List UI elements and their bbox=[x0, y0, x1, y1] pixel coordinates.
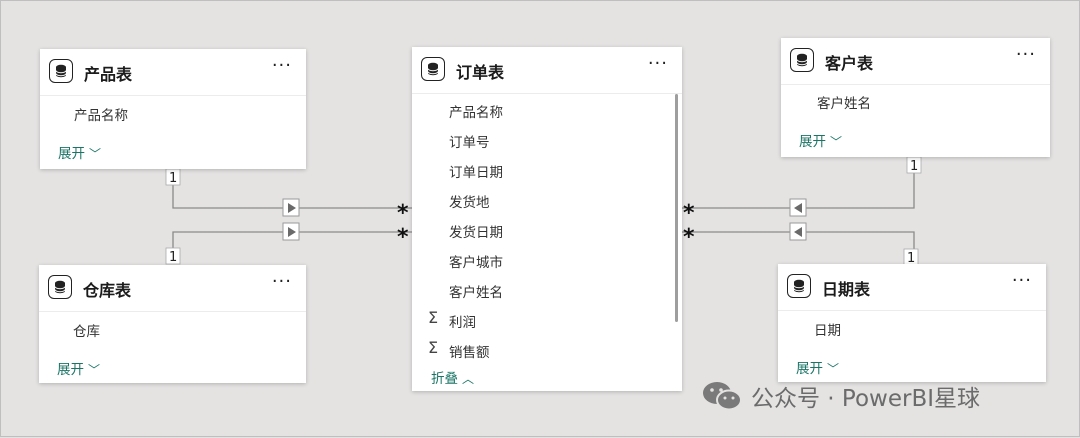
chevron-down-icon: ﹀ bbox=[827, 362, 840, 376]
field-customer-city[interactable]: 客户城市 bbox=[449, 251, 503, 271]
expand-label: 展开 bbox=[796, 361, 823, 377]
expand-label: 展开 bbox=[57, 362, 84, 378]
table-title: 产品表 bbox=[84, 65, 133, 84]
triangle-arrow-icon bbox=[789, 198, 807, 217]
cardinality-one-customer: 1 bbox=[910, 159, 918, 174]
expand-toggle[interactable]: 展开 ﹀ bbox=[57, 358, 100, 378]
triangle-arrow-icon bbox=[282, 198, 300, 217]
cardinality-many-2: * bbox=[397, 225, 409, 250]
field-customer-name[interactable]: 客户姓名 bbox=[817, 92, 871, 112]
cardinality-many-1: * bbox=[397, 201, 409, 226]
sigma-icon: Σ bbox=[428, 338, 439, 357]
table-card-product[interactable]: 产品表 ··· 产品名称 展开 ﹀ bbox=[40, 49, 306, 169]
field-order-date[interactable]: 订单日期 bbox=[449, 161, 503, 181]
measure-profit[interactable]: 利润 bbox=[449, 311, 476, 331]
expand-label: 展开 bbox=[799, 134, 826, 150]
expand-toggle[interactable]: 展开 ﹀ bbox=[796, 357, 839, 377]
table-title: 客户表 bbox=[825, 54, 874, 73]
table-card-warehouse[interactable]: 仓库表 ··· 仓库 展开 ﹀ bbox=[39, 265, 306, 383]
cardinality-one-warehouse: 1 bbox=[169, 250, 177, 265]
table-card-header[interactable]: 订单表 ··· bbox=[412, 47, 682, 94]
database-icon bbox=[49, 59, 73, 83]
expand-toggle[interactable]: 展开 ﹀ bbox=[58, 142, 101, 162]
watermark-text: 公众号 · PowerBI星球 bbox=[751, 386, 981, 412]
scrollbar[interactable] bbox=[675, 94, 678, 322]
more-options-icon[interactable]: ··· bbox=[1016, 45, 1036, 65]
collapse-label: 折叠 bbox=[431, 371, 458, 387]
table-card-header[interactable]: 仓库表 ··· bbox=[39, 265, 306, 312]
measure-sales[interactable]: 销售额 bbox=[449, 341, 490, 361]
field-date[interactable]: 日期 bbox=[814, 319, 841, 339]
more-options-icon[interactable]: ··· bbox=[272, 272, 292, 292]
database-icon bbox=[790, 48, 814, 72]
cardinality-one-product: 1 bbox=[169, 171, 177, 186]
model-canvas: 1 1 1 1 * * * * 产品表 ··· 产品名称 展开 ﹀ 仓库表 ··… bbox=[0, 0, 1080, 437]
chevron-up-icon: ︿ bbox=[462, 372, 475, 386]
field-ship-date[interactable]: 发货日期 bbox=[449, 221, 503, 241]
table-card-date[interactable]: 日期表 ··· 日期 展开 ﹀ bbox=[778, 264, 1046, 382]
table-title: 订单表 bbox=[456, 63, 505, 82]
more-options-icon[interactable]: ··· bbox=[272, 56, 292, 76]
chevron-down-icon: ﹀ bbox=[89, 147, 102, 161]
watermark: 公众号 · PowerBI星球 bbox=[701, 378, 980, 414]
chevron-down-icon: ﹀ bbox=[88, 363, 101, 377]
field-product-name[interactable]: 产品名称 bbox=[449, 101, 503, 121]
table-card-header[interactable]: 日期表 ··· bbox=[778, 264, 1046, 311]
cardinality-many-4: * bbox=[683, 225, 695, 250]
table-card-orders[interactable]: 订单表 ··· 产品名称 订单号 订单日期 发货地 发货日期 客户城市 客户姓名… bbox=[412, 47, 682, 391]
field-ship-place[interactable]: 发货地 bbox=[449, 191, 490, 211]
more-options-icon[interactable]: ··· bbox=[1012, 271, 1032, 291]
more-options-icon[interactable]: ··· bbox=[648, 54, 668, 74]
sigma-icon: Σ bbox=[428, 308, 439, 327]
expand-label: 展开 bbox=[58, 146, 85, 162]
chevron-down-icon: ﹀ bbox=[830, 135, 843, 149]
database-icon bbox=[787, 274, 811, 298]
collapse-toggle[interactable]: 折叠 ︿ bbox=[431, 367, 474, 387]
table-title: 仓库表 bbox=[83, 281, 132, 300]
cardinality-many-3: * bbox=[683, 201, 695, 226]
database-icon bbox=[48, 275, 72, 299]
field-warehouse[interactable]: 仓库 bbox=[73, 320, 100, 340]
database-icon bbox=[421, 57, 445, 81]
triangle-arrow-icon bbox=[282, 222, 300, 241]
field-order-id[interactable]: 订单号 bbox=[449, 131, 490, 151]
expand-toggle[interactable]: 展开 ﹀ bbox=[799, 130, 842, 150]
field-product-name[interactable]: 产品名称 bbox=[74, 104, 128, 124]
table-card-header[interactable]: 客户表 ··· bbox=[781, 38, 1050, 85]
triangle-arrow-icon bbox=[789, 222, 807, 241]
table-card-header[interactable]: 产品表 ··· bbox=[40, 49, 306, 96]
wechat-icon bbox=[703, 382, 742, 411]
table-card-customer[interactable]: 客户表 ··· 客户姓名 展开 ﹀ bbox=[781, 38, 1050, 157]
field-customer-name[interactable]: 客户姓名 bbox=[449, 281, 503, 301]
table-title: 日期表 bbox=[822, 280, 871, 299]
